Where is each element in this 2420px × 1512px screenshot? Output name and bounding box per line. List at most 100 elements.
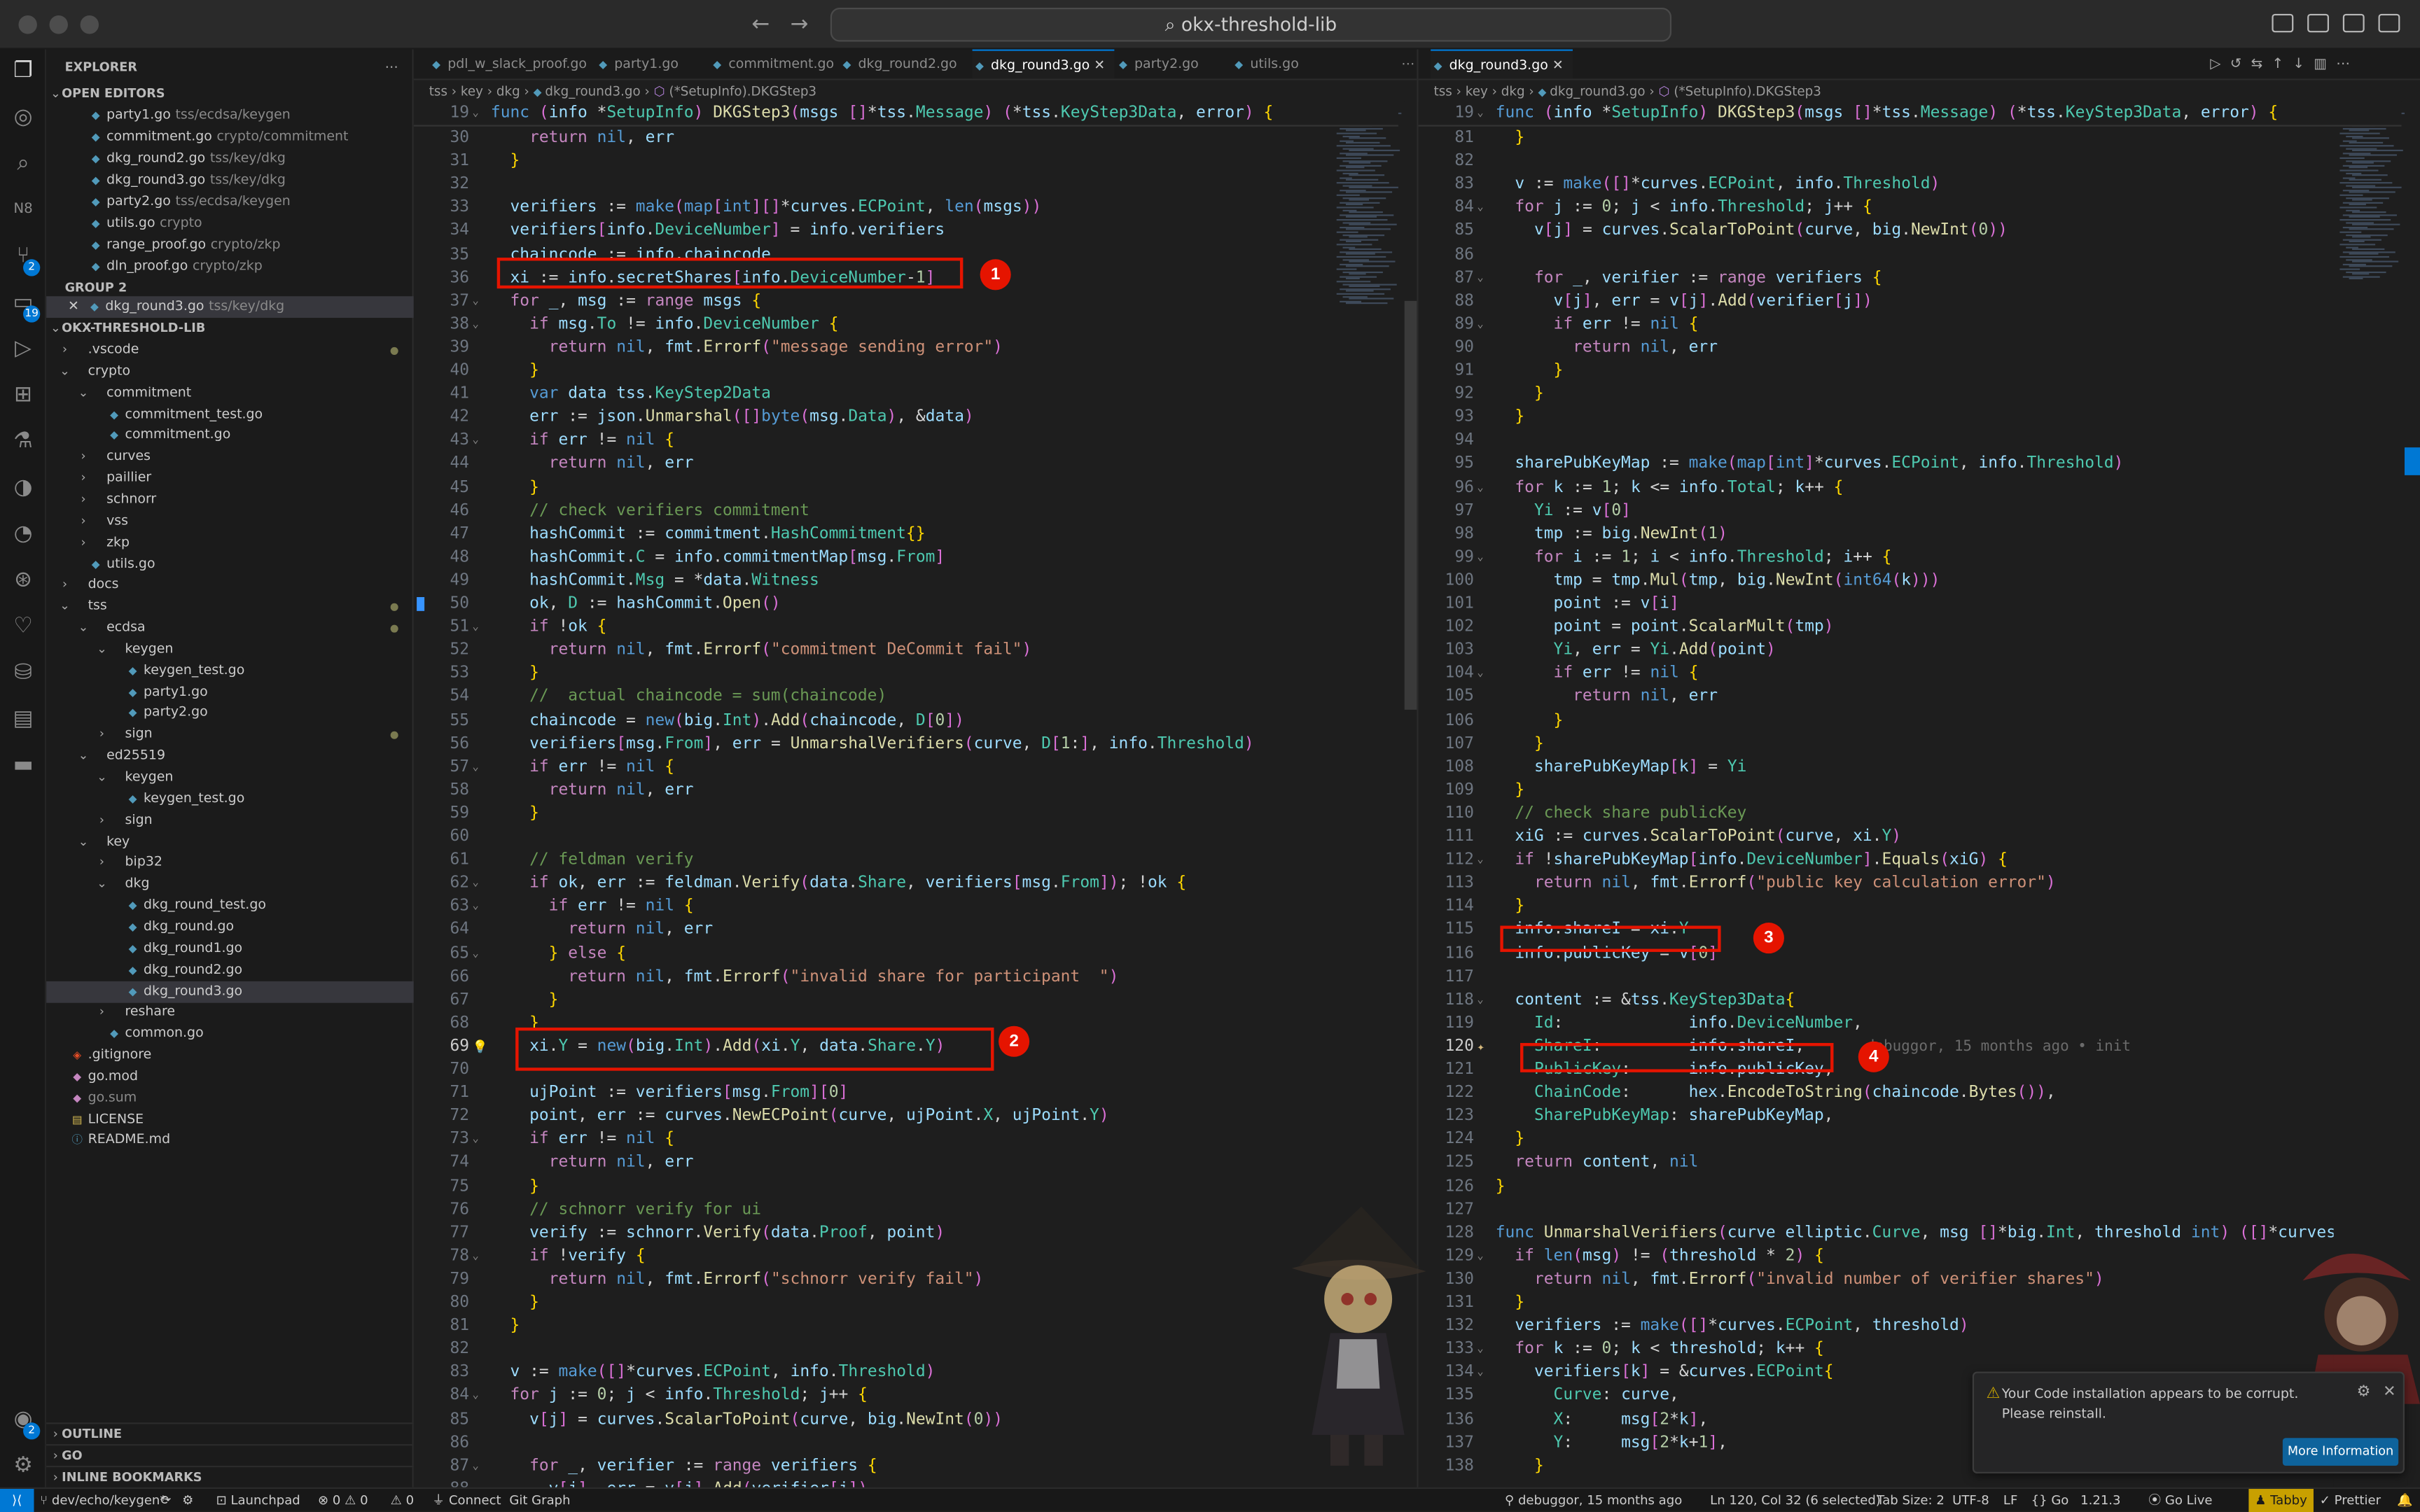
- close-icon[interactable]: ✕: [68, 300, 79, 315]
- breadcrumb-item[interactable]: dkg_round3.go: [1550, 83, 1645, 99]
- folder-item[interactable]: ⌄▸keygen: [46, 638, 414, 660]
- folder-item[interactable]: ⌄▸key: [46, 831, 414, 853]
- minimize-window-button[interactable]: [49, 15, 68, 34]
- chevron-down-icon[interactable]: ⌄: [1477, 1362, 1483, 1385]
- folder-icon[interactable]: ▬: [11, 753, 35, 778]
- folder-item[interactable]: ›▸sign: [46, 724, 414, 746]
- left-scrollbar[interactable]: [1404, 300, 1417, 710]
- go-section[interactable]: › GO: [46, 1444, 414, 1466]
- info-indicator[interactable]: ⚠ 0: [391, 1489, 414, 1512]
- folder-item[interactable]: ⌄▸keygen: [46, 766, 414, 788]
- remote-indicator-icon[interactable]: ⟩⟨: [0, 1488, 34, 1512]
- chevron-down-icon[interactable]: ⌄: [1477, 266, 1483, 289]
- close-icon[interactable]: ✕: [1548, 59, 1564, 74]
- history-icon[interactable]: ↺: [2230, 57, 2251, 73]
- file-item[interactable]: ◆ dkg_round1.go: [46, 938, 414, 960]
- close-icon[interactable]: ✕: [1090, 59, 1105, 74]
- file-item[interactable]: ⓘ README.md: [46, 1130, 414, 1152]
- chevron-down-icon[interactable]: ⌄: [472, 755, 478, 778]
- bell-icon[interactable]: 🔔: [2397, 1489, 2412, 1512]
- breadcrumb-item[interactable]: (*SetupInfo).DKGStep3: [1674, 83, 1821, 99]
- chevron-down-icon[interactable]: ⌄: [472, 895, 478, 918]
- more-tabs-icon[interactable]: ⋯: [1383, 50, 1414, 79]
- chevron-down-icon[interactable]: ⌄: [1477, 313, 1483, 336]
- tabby-item[interactable]: ♟ Tabby: [2248, 1488, 2314, 1512]
- right-code-editor[interactable]: 19 ⌄ func (info *SetupInfo) DKGStep3(msgs …: [1418, 102, 2420, 1487]
- file-item[interactable]: ◆ party2.go: [46, 703, 414, 724]
- open-editor-item[interactable]: ◆ utils.go crypto: [46, 213, 414, 234]
- tab-dkg-round2-go[interactable]: ◆ dkg_round2.go: [840, 50, 957, 79]
- folder-item[interactable]: ›▸vss: [46, 510, 414, 532]
- testing-icon[interactable]: ⚗: [11, 429, 35, 454]
- open-editor-item[interactable]: ◆ dkg_round3.go tss/key/dkg: [46, 169, 414, 191]
- bookmark-icon[interactable]: [417, 596, 425, 611]
- folder-item[interactable]: ›▸curves: [46, 447, 414, 468]
- tab-size[interactable]: Tab Size: 2: [1877, 1489, 1945, 1512]
- language-mode[interactable]: {} Go: [2031, 1489, 2069, 1512]
- connect-item[interactable]: ⏚ Connect: [432, 1489, 501, 1512]
- open-editors-section[interactable]: ⌄OPEN EDITORS: [46, 83, 414, 105]
- file-item[interactable]: ◆ utils.go: [46, 553, 414, 575]
- file-item[interactable]: ◆ dkg_round_test.go: [46, 895, 414, 917]
- run-icon[interactable]: ▷: [2210, 57, 2230, 73]
- git-graph-item[interactable]: Git Graph: [509, 1489, 570, 1512]
- file-item[interactable]: ◆ go.sum: [46, 1087, 414, 1109]
- search-icon[interactable]: ⌕: [11, 151, 35, 176]
- file-item[interactable]: ◆ go.mod: [46, 1066, 414, 1088]
- chevron-down-icon[interactable]: ⌄: [1477, 662, 1483, 685]
- sticky-scroll-header[interactable]: 19 ⌄ func (info *SetupInfo) DKGStep3(msgs …: [1418, 102, 2402, 127]
- breadcrumb-item[interactable]: dkg: [496, 83, 520, 99]
- folder-item[interactable]: ⌄▸dkg: [46, 874, 414, 895]
- chevron-down-icon[interactable]: ⌄: [1477, 1338, 1483, 1361]
- file-item[interactable]: ◆ commitment_test.go: [46, 403, 414, 425]
- command-center-search[interactable]: ⌕ okx-threshold-lib: [830, 8, 1672, 42]
- launchpad-item[interactable]: ⊡ Launchpad: [216, 1489, 300, 1512]
- folder-item[interactable]: ›▸bip32: [46, 853, 414, 874]
- open-editor-item[interactable]: ◆ commitment.go crypto/commitment: [46, 127, 414, 148]
- open-editor-item[interactable]: ◆ dkg_round2.go tss/key/dkg: [46, 148, 414, 170]
- tab-dkg-round3-go[interactable]: ◆ dkg_round3.go ✕: [972, 49, 1115, 79]
- project-section[interactable]: ⌄OKX-THRESHOLD-LIB: [46, 318, 414, 340]
- folder-item[interactable]: ⌄▸commitment: [46, 382, 414, 404]
- tab-dkg-round3-go[interactable]: ◆ dkg_round3.go ✕: [1431, 49, 1573, 79]
- folder-item[interactable]: ⌄▸ed25519: [46, 746, 414, 767]
- line-ending[interactable]: LF: [2003, 1489, 2017, 1512]
- folder-item[interactable]: ⌄▸crypto: [46, 360, 414, 382]
- open-editor-item[interactable]: ◆ party1.go tss/ecdsa/keygen: [46, 105, 414, 127]
- timeline-icon[interactable]: ◔: [11, 522, 35, 546]
- chevron-down-icon[interactable]: ⌄: [1477, 102, 1483, 125]
- chevron-down-icon[interactable]: ⌄: [1477, 848, 1483, 872]
- file-item[interactable]: ◆ dkg_round.go: [46, 916, 414, 938]
- open-changes-icon[interactable]: ⇆: [2251, 57, 2272, 73]
- folder-item[interactable]: ›▸.vscode: [46, 340, 414, 361]
- left-code-editor[interactable]: 19 ⌄ func (info *SetupInfo) DKGStep3(msgs …: [413, 102, 1417, 1488]
- blame-item[interactable]: ⚲ debuggor, 15 months ago: [1505, 1489, 1682, 1512]
- run-debug-icon[interactable]: ▷: [11, 336, 35, 360]
- gear-icon[interactable]: ⚙: [2357, 1384, 2371, 1401]
- sparkle-icon[interactable]: ✦: [1477, 1035, 1484, 1058]
- breadcrumb-item[interactable]: (*SetupInfo).DKGStep3: [669, 83, 816, 99]
- more-actions-icon[interactable]: ⋯: [2336, 57, 2359, 73]
- chevron-down-icon[interactable]: ⌄: [472, 290, 478, 313]
- gear-icon[interactable]: ⚙: [182, 1489, 193, 1512]
- n8-extension-icon[interactable]: N8: [11, 197, 35, 222]
- encoding[interactable]: UTF-8: [1952, 1489, 1989, 1512]
- chevron-down-icon[interactable]: ⌄: [1477, 197, 1483, 220]
- folder-item[interactable]: ›▸reshare: [46, 1002, 414, 1023]
- next-change-icon[interactable]: ↓: [2293, 57, 2314, 73]
- right-scrollbar[interactable]: [2404, 447, 2420, 475]
- inline-bookmarks-section[interactable]: › INLINE BOOKMARKS: [46, 1465, 414, 1488]
- file-item[interactable]: ◆ dkg_round3.go: [46, 980, 414, 1002]
- breadcrumb-item[interactable]: dkg_round3.go: [545, 83, 640, 99]
- open-editor-item[interactable]: ◆ party2.go tss/ecdsa/keygen: [46, 191, 414, 213]
- lightbulb-icon[interactable]: 💡: [472, 1035, 487, 1058]
- sync-icon[interactable]: ⟳: [160, 1489, 171, 1512]
- back-arrow-icon[interactable]: ←: [751, 13, 770, 37]
- chevron-down-icon[interactable]: ⌄: [1477, 476, 1483, 499]
- close-icon[interactable]: ✕: [2383, 1384, 2395, 1401]
- tab-party2-go[interactable]: ◆ party2.go: [1116, 50, 1199, 79]
- breadcrumb-item[interactable]: tss: [1434, 83, 1452, 99]
- folder-item[interactable]: ›▸docs: [46, 575, 414, 596]
- zoom-window-button[interactable]: [80, 15, 99, 34]
- copilot-icon[interactable]: ◎: [11, 105, 35, 130]
